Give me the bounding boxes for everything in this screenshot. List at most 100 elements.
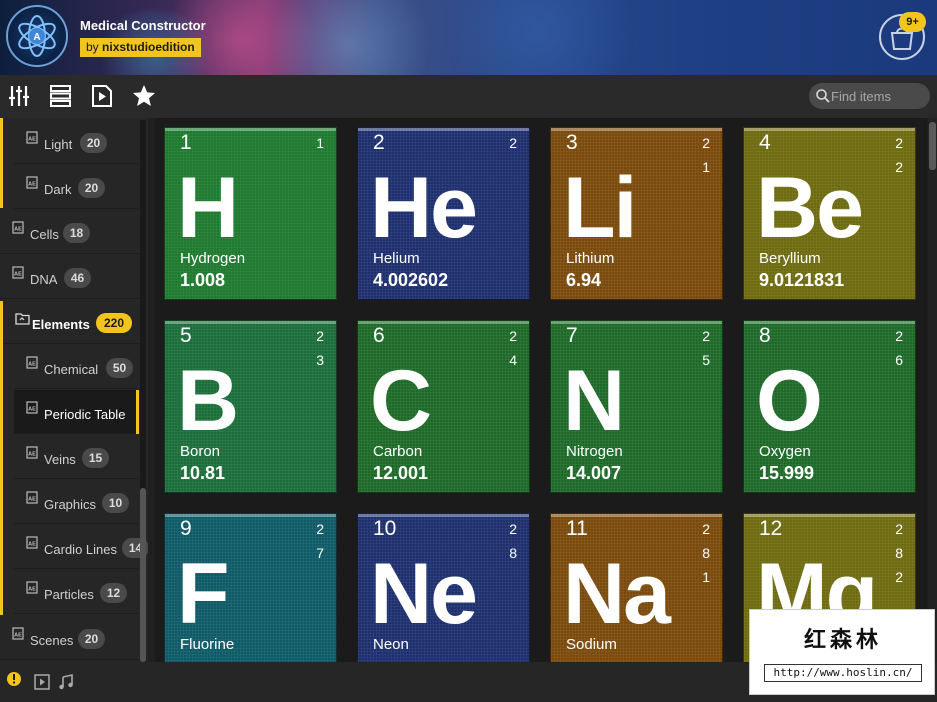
shell-count: 2	[509, 135, 517, 151]
element-symbol: F	[177, 546, 230, 642]
element-tile-sodium[interactable]: 11 2 8 1 Na Sodium	[541, 504, 734, 662]
atomic-number: 9	[180, 517, 192, 540]
element-card: 9 2 7 F Fluorine	[164, 513, 337, 662]
svg-text:AE: AE	[28, 497, 36, 503]
shell-count: 2	[895, 159, 903, 175]
element-tile-beryllium[interactable]: 4 2 2 Be Beryllium 9.0121831	[734, 118, 927, 311]
atomic-mass: 10.81	[180, 463, 226, 483]
element-name: Beryllium	[759, 250, 821, 267]
sidebar-item-chemical[interactable]: AE Chemical 50	[14, 345, 138, 389]
warning-icon[interactable]	[6, 671, 22, 687]
count-badge: 220	[96, 313, 132, 333]
preview-icon[interactable]	[34, 674, 50, 690]
list-view-icon[interactable]	[48, 83, 74, 109]
element-card: 3 2 1 Li Lithium 6.94	[550, 127, 723, 300]
ae-file-icon: AE	[12, 221, 25, 234]
svg-text:AE: AE	[14, 633, 22, 639]
sidebar-item-label: Cardio Lines	[44, 542, 117, 557]
video-preview-icon[interactable]	[89, 83, 115, 109]
atomic-number: 12	[759, 517, 783, 540]
sidebar-item-particles[interactable]: AE Particles 12	[14, 570, 138, 614]
shell-count: 4	[509, 352, 517, 368]
sliders-icon[interactable]	[8, 83, 34, 109]
element-tile-carbon[interactable]: 6 2 4 C Carbon 12.001	[348, 311, 541, 504]
element-name: Carbon	[373, 443, 423, 460]
element-tile-oxygen[interactable]: 8 2 6 O Oxygen 15.999	[734, 311, 927, 504]
author-name: nixstudioedition	[102, 40, 195, 54]
sidebar-item-label: Scenes	[30, 633, 74, 648]
search-input[interactable]	[831, 87, 926, 105]
element-tile-boron[interactable]: 5 2 3 B Boron 10.81	[155, 311, 348, 504]
music-icon[interactable]	[58, 674, 74, 690]
atomic-mass: 12.001	[373, 463, 429, 483]
ae-file-icon: AE	[26, 131, 39, 144]
count-badge: 15	[82, 448, 109, 468]
svg-text:AE: AE	[28, 452, 36, 458]
sidebar-item-graphics[interactable]: AE Graphics 10	[14, 480, 138, 524]
ae-file-icon: AE	[26, 446, 39, 459]
sidebar-item-label: DNA	[30, 272, 58, 287]
sidebar-item-light[interactable]: AE Light 20	[14, 120, 138, 164]
shell-count: 2	[316, 328, 324, 344]
sidebar-item-cardio-lines[interactable]: AE Cardio Lines 14	[14, 525, 148, 569]
periodic-table-grid: 1 1 H Hydrogen 1.008 2 2 He Helium 4.002602 3 2 1 Li L…	[155, 118, 927, 662]
atomic-number: 4	[759, 131, 771, 154]
element-tile-hydrogen[interactable]: 1 1 H Hydrogen 1.008	[155, 118, 348, 311]
shell-count: 5	[702, 352, 710, 368]
watermark-url: http://www.hoslin.cn/	[764, 664, 922, 682]
sidebar-item-dna[interactable]: AE DNA 46	[0, 255, 140, 299]
element-tile-neon[interactable]: 10 2 8 Ne Neon	[348, 504, 541, 662]
sidebar-accent-strip	[0, 301, 3, 615]
element-card: 1 1 H Hydrogen 1.008	[164, 127, 337, 300]
cart-count-badge: 9+	[899, 12, 926, 32]
sidebar-item-periodic-table[interactable]: AE Periodic Table	[14, 390, 138, 434]
sidebar-item-dark[interactable]: AE Dark 20	[14, 165, 138, 209]
author-badge[interactable]: by nixstudioedition	[80, 38, 201, 57]
sidebar-item-label: Dark	[44, 182, 72, 197]
sidebar-item-cells[interactable]: AE Cells 18	[0, 210, 140, 254]
element-tile-helium[interactable]: 2 2 He Helium 4.002602	[348, 118, 541, 311]
sidebar-item-scenes[interactable]: AE Scenes 20	[0, 616, 140, 660]
shell-count: 8	[895, 545, 903, 561]
shell-count: 2	[702, 521, 710, 537]
element-tile-fluorine[interactable]: 9 2 7 F Fluorine	[155, 504, 348, 662]
element-symbol: C	[370, 353, 432, 449]
count-badge: 12	[100, 583, 127, 603]
sidebar-item-label: Cells	[30, 227, 59, 242]
count-badge: 18	[63, 223, 90, 243]
element-name: Fluorine	[180, 636, 235, 653]
atomic-mass: 9.0121831	[759, 270, 845, 290]
shell-count: 2	[509, 328, 517, 344]
shell-count: 2	[895, 328, 903, 344]
element-card: 7 2 5 N Nitrogen 14.007	[550, 320, 723, 493]
element-tile-nitrogen[interactable]: 7 2 5 N Nitrogen 14.007	[541, 311, 734, 504]
element-name: Boron	[180, 443, 221, 460]
sidebar-item-label: Particles	[44, 587, 94, 602]
svg-text:AE: AE	[28, 587, 36, 593]
atomic-number: 5	[180, 324, 192, 347]
element-symbol: Na	[563, 546, 671, 642]
element-name: Lithium	[566, 250, 615, 267]
svg-text:AE: AE	[28, 362, 36, 368]
ae-file-icon: AE	[12, 627, 25, 640]
shell-count: 2	[702, 328, 710, 344]
search-icon	[816, 89, 830, 103]
element-symbol: Be	[756, 160, 864, 256]
element-card: 6 2 4 C Carbon 12.001	[357, 320, 530, 493]
star-icon[interactable]	[131, 83, 157, 109]
grid-scrollbar[interactable]	[928, 118, 937, 662]
shell-count: 7	[316, 545, 324, 561]
sidebar-item-elements[interactable]: Elements 220	[0, 300, 140, 344]
element-symbol: O	[756, 353, 823, 449]
watermark-overlay: 红森林 http://www.hoslin.cn/	[749, 609, 935, 695]
count-badge: 20	[78, 629, 105, 649]
search-box[interactable]	[809, 83, 930, 109]
sidebar-item-veins[interactable]: AE Veins 15	[14, 435, 138, 479]
sidebar-scrollbar[interactable]	[140, 120, 146, 662]
element-card: 11 2 8 1 Na Sodium	[550, 513, 723, 662]
atomic-number: 3	[566, 131, 578, 154]
atomic-number: 7	[566, 324, 578, 347]
element-symbol: Li	[563, 160, 637, 256]
element-tile-lithium[interactable]: 3 2 1 Li Lithium 6.94	[541, 118, 734, 311]
sidebar-item-label: Veins	[44, 452, 76, 467]
